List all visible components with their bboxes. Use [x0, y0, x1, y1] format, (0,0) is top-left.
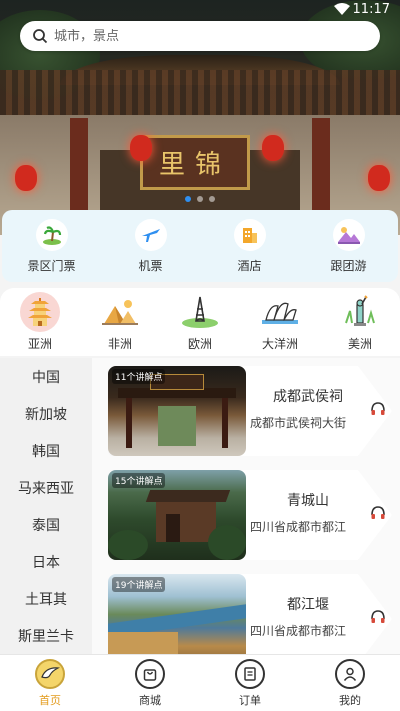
spot-badge: 11个讲解点: [112, 369, 166, 384]
tab-asia[interactable]: 亚洲: [5, 288, 75, 356]
continent-tabs: 亚洲 非洲 欧洲 大洋洲 美洲: [0, 288, 400, 356]
airplane-icon: [134, 218, 167, 251]
spot-name: 青城山: [287, 493, 329, 509]
order-list-icon: [235, 659, 265, 689]
headphones-icon[interactable]: [370, 609, 386, 625]
nav-shop[interactable]: 商城: [115, 655, 185, 711]
spot-card-qingcheng[interactable]: 15个讲解点 青城山 四川省成都市都江: [108, 470, 392, 560]
tab-americas[interactable]: 美洲: [325, 288, 395, 356]
country-item[interactable]: 中国: [0, 358, 92, 395]
wifi-icon: [334, 3, 350, 15]
spot-name: 都江堰: [287, 597, 329, 613]
statue-of-liberty-icon: [340, 292, 380, 332]
palm-island-icon: [35, 218, 68, 251]
country-item[interactable]: 泰国: [0, 506, 92, 543]
country-item[interactable]: 新加坡: [0, 395, 92, 432]
country-item[interactable]: 斯里兰卡: [0, 617, 92, 654]
status-bar: 11:17: [0, 0, 400, 20]
tab-africa[interactable]: 非洲: [85, 288, 155, 356]
nav-profile[interactable]: 我的: [315, 655, 385, 711]
nav-orders[interactable]: 订单: [215, 655, 285, 711]
country-item[interactable]: 马来西亚: [0, 469, 92, 506]
mountain-tour-icon: [332, 218, 365, 251]
spot-photo: 15个讲解点: [108, 470, 246, 560]
spot-photo: 11个讲解点: [108, 366, 246, 456]
carousel-dots: [0, 196, 400, 202]
user-profile-icon: [335, 659, 365, 689]
category-card: 景区门票 机票 酒店 跟团游: [2, 210, 398, 282]
spot-badge: 15个讲解点: [112, 473, 166, 488]
eiffel-tower-icon: [180, 292, 220, 332]
bottom-nav: 首页 商城 订单 我的: [0, 654, 400, 711]
hero-plaque: 里锦: [140, 135, 250, 190]
spot-photo: 19个讲解点: [108, 574, 246, 654]
spot-badge: 19个讲解点: [112, 577, 166, 592]
headphones-icon[interactable]: [370, 401, 386, 417]
category-group-tours[interactable]: 跟团游: [309, 218, 389, 274]
opera-house-icon: [260, 292, 300, 332]
country-item[interactable]: 土耳其: [0, 580, 92, 617]
country-item[interactable]: 日本: [0, 543, 92, 580]
shopping-bag-icon: [135, 659, 165, 689]
search-bar[interactable]: [20, 21, 380, 51]
pyramid-icon: [100, 292, 140, 332]
country-list: 中国 新加坡 韩国 马来西亚 泰国 日本 土耳其 斯里兰卡: [0, 358, 92, 654]
headphones-icon[interactable]: [370, 505, 386, 521]
category-hotels[interactable]: 酒店: [210, 218, 290, 274]
category-flights[interactable]: 机票: [111, 218, 191, 274]
nav-home[interactable]: 首页: [15, 655, 85, 711]
spot-address: 四川省成都市都江: [250, 520, 347, 534]
spot-card-dujiangyan[interactable]: 19个讲解点 都江堰 四川省成都市都江: [108, 574, 392, 654]
category-scenic-tickets[interactable]: 景区门票: [12, 218, 92, 274]
spot-list: 11个讲解点 成都武侯祠 成都市武侯祠大街 15个讲解点 青城山 四川省成都市都…: [92, 358, 400, 654]
tab-europe[interactable]: 欧洲: [165, 288, 235, 356]
status-time: 11:17: [352, 2, 390, 17]
spot-name: 成都武侯祠: [273, 389, 343, 405]
search-icon: [33, 29, 48, 44]
search-input[interactable]: [54, 28, 354, 44]
tab-oceania[interactable]: 大洋洲: [245, 288, 315, 356]
hotel-building-icon: [233, 218, 266, 251]
pagoda-icon: [20, 292, 60, 332]
spot-address: 四川省成都市都江: [250, 624, 347, 638]
spot-card-wuhou[interactable]: 11个讲解点 成都武侯祠 成都市武侯祠大街: [108, 366, 392, 456]
spot-address: 成都市武侯祠大街: [250, 416, 347, 430]
home-bird-icon: [35, 659, 65, 689]
country-item[interactable]: 韩国: [0, 432, 92, 469]
